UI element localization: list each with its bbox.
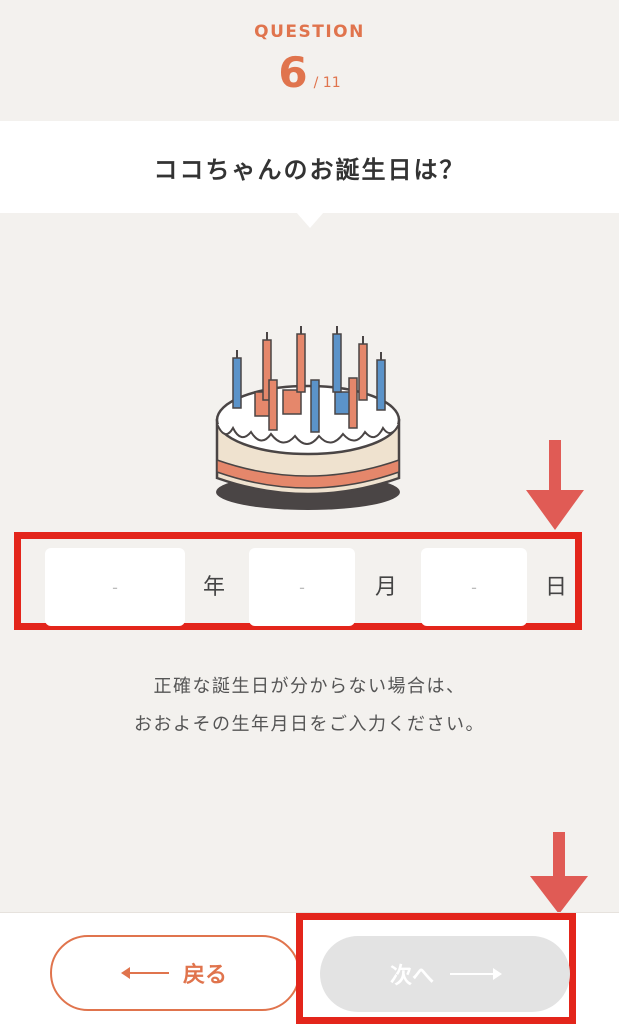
- speech-pointer: [296, 212, 324, 228]
- date-input-highlight: - 年 - 月 - 日: [14, 532, 582, 630]
- question-label: QUESTION: [254, 22, 365, 42]
- arrow-left-icon: [120, 967, 169, 979]
- birthday-note: 正確な誕生日が分からない場合は、 おおよその生年月日をご入力ください。: [0, 668, 619, 744]
- day-field[interactable]: -: [421, 548, 527, 626]
- question-current-number: 6: [278, 48, 308, 97]
- next-button[interactable]: 次へ: [320, 936, 570, 1012]
- month-field[interactable]: -: [249, 548, 355, 626]
- question-header: QUESTION 6 / 11: [0, 0, 619, 120]
- back-button-label: 戻る: [182, 963, 227, 988]
- note-line-2: おおよその生年月日をご入力ください。: [134, 714, 485, 735]
- day-placeholder: -: [471, 577, 477, 597]
- back-button[interactable]: 戻る: [50, 935, 300, 1011]
- day-unit-label: 日: [545, 575, 568, 600]
- annotation-arrow-next: [530, 832, 588, 914]
- question-title-bar: ココちゃんのお誕生日は？: [0, 121, 619, 213]
- question-title: ココちゃんのお誕生日は？: [153, 155, 466, 184]
- next-button-label: 次へ: [389, 964, 434, 989]
- question-counter: 6 / 11: [0, 48, 619, 97]
- birthday-cake-icon: [215, 326, 401, 510]
- year-placeholder: -: [112, 577, 118, 597]
- month-placeholder: -: [299, 577, 305, 597]
- annotation-arrow-date: [526, 440, 584, 530]
- year-unit-label: 年: [203, 575, 226, 600]
- year-field[interactable]: -: [45, 548, 185, 626]
- arrow-right-icon: [450, 968, 502, 980]
- note-line-1: 正確な誕生日が分からない場合は、: [153, 676, 466, 697]
- question-total: / 11: [313, 75, 341, 91]
- month-unit-label: 月: [375, 575, 398, 600]
